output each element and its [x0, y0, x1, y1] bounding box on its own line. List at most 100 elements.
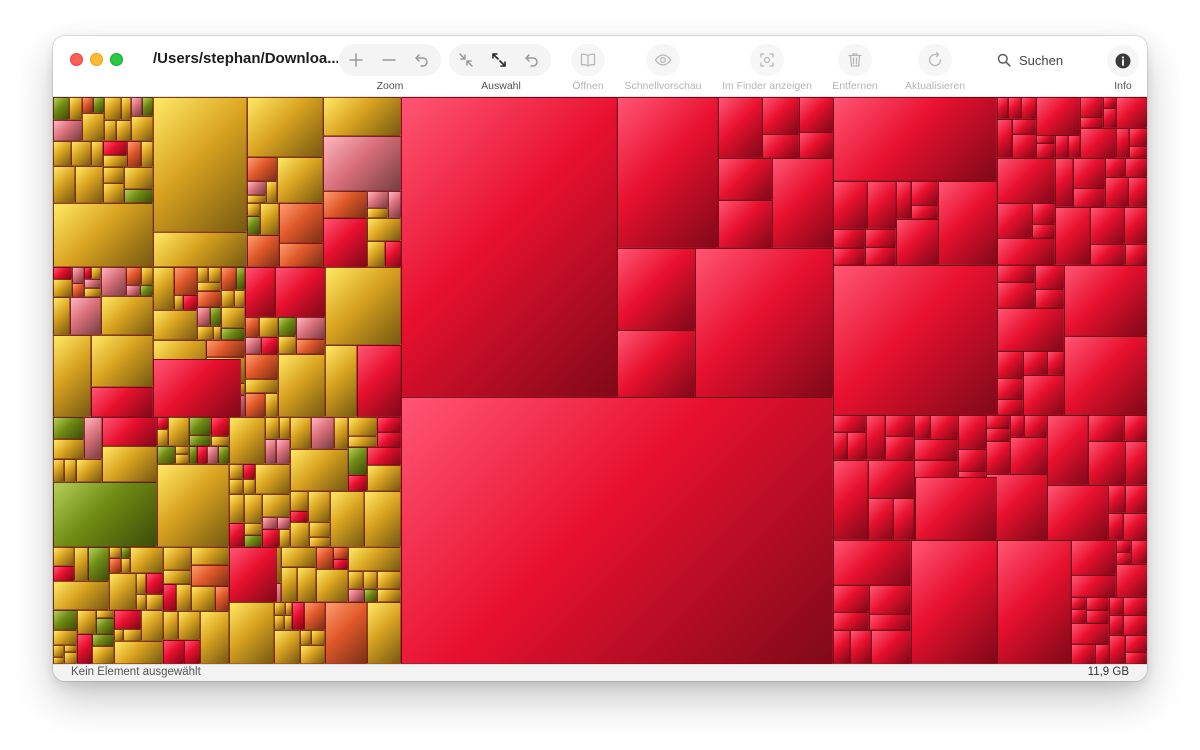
treemap-tile[interactable] [197, 326, 213, 340]
treemap-tile[interactable] [297, 567, 316, 602]
treemap-tile[interactable] [153, 97, 247, 232]
quicklook-button[interactable] [646, 44, 680, 76]
treemap-tile[interactable] [1071, 540, 1116, 575]
treemap-tile[interactable] [229, 547, 277, 602]
treemap-tile[interactable] [363, 571, 377, 589]
treemap-tile[interactable] [218, 446, 229, 464]
treemap-tile[interactable] [121, 558, 130, 573]
treemap-tile[interactable] [245, 354, 278, 379]
treemap-tile[interactable] [330, 491, 364, 547]
treemap-tile[interactable] [221, 307, 245, 328]
treemap-tile[interactable] [126, 285, 140, 296]
treemap-tile[interactable] [1116, 128, 1129, 158]
treemap-tile[interactable] [175, 446, 189, 454]
treemap-tile[interactable] [262, 529, 279, 547]
treemap-tile[interactable] [1125, 158, 1147, 177]
treemap-tile[interactable] [84, 288, 101, 297]
treemap-tile[interactable] [96, 610, 114, 618]
treemap-tile[interactable] [1116, 540, 1131, 552]
treemap-tile[interactable] [136, 573, 146, 594]
treemap-tile[interactable] [103, 155, 127, 167]
treemap-tile[interactable] [247, 157, 277, 181]
treemap-tile[interactable] [1116, 552, 1131, 564]
treemap-tile[interactable] [141, 141, 153, 167]
treemap-tile[interactable] [77, 610, 96, 634]
treemap-tile[interactable] [718, 200, 772, 248]
treemap-tile[interactable] [244, 494, 262, 523]
treemap-tile[interactable] [348, 417, 377, 436]
treemap-tile[interactable] [1023, 351, 1047, 375]
treemap-tile[interactable] [316, 569, 348, 602]
treemap-tile[interactable] [364, 491, 401, 547]
treemap-tile[interactable] [84, 417, 102, 459]
treemap-tile[interactable] [53, 297, 70, 335]
treemap-tile[interactable] [914, 415, 930, 439]
treemap-tile[interactable] [1090, 244, 1125, 265]
treemap-tile[interactable] [1047, 485, 1108, 540]
treemap-tile[interactable] [141, 610, 163, 641]
treemap-tile[interactable] [191, 586, 215, 611]
treemap-tile[interactable] [104, 97, 121, 120]
treemap-tile[interactable] [911, 205, 938, 219]
treemap-tile[interactable] [833, 612, 869, 630]
treemap-tile[interactable] [236, 267, 245, 290]
treemap-tile[interactable] [1071, 644, 1095, 664]
treemap-tile[interactable] [1123, 615, 1147, 635]
treemap-tile[interactable] [234, 290, 245, 307]
treemap-tile[interactable] [986, 441, 1010, 474]
treemap-tile[interactable] [865, 229, 896, 247]
treemap-tile[interactable] [53, 459, 64, 482]
treemap-tile[interactable] [367, 208, 388, 218]
treemap-tile[interactable] [93, 97, 104, 113]
treemap-tile[interactable] [136, 594, 146, 610]
treemap-tile[interactable] [130, 547, 163, 573]
treemap-tile[interactable] [200, 611, 229, 664]
treemap-tile[interactable] [1071, 609, 1086, 623]
treemap-tile[interactable] [357, 345, 401, 417]
treemap-tile[interactable] [175, 454, 189, 464]
treemap-tile[interactable] [377, 417, 401, 432]
treemap-tile[interactable] [1105, 177, 1128, 207]
treemap-tile[interactable] [617, 248, 695, 330]
treemap-tile[interactable] [53, 335, 91, 417]
treemap-tile[interactable] [247, 195, 266, 203]
treemap-tile[interactable] [1109, 615, 1123, 635]
treemap-tile[interactable] [92, 634, 114, 646]
treemap-tile[interactable] [229, 479, 243, 494]
treemap-tile[interactable] [1125, 635, 1147, 652]
treemap-tile[interactable] [1103, 108, 1116, 128]
treemap-tile[interactable] [896, 181, 911, 219]
treemap-tile[interactable] [207, 446, 218, 464]
treemap-tile[interactable] [245, 317, 259, 337]
treemap-tile[interactable] [866, 415, 885, 460]
treemap-tile[interactable] [131, 97, 142, 116]
treemap-tile[interactable] [762, 134, 799, 158]
treemap-tile[interactable] [114, 629, 123, 641]
treemap-tile[interactable] [718, 97, 762, 158]
treemap-tile[interactable] [377, 571, 401, 589]
treemap-tile[interactable] [323, 136, 401, 191]
treemap-tile[interactable] [77, 634, 92, 664]
treemap-tile[interactable] [296, 317, 325, 339]
treemap-tile[interactable] [53, 657, 64, 664]
treemap-tile[interactable] [1080, 97, 1103, 117]
treemap-tile[interactable] [53, 166, 75, 203]
treemap-tile[interactable] [74, 547, 88, 581]
treemap-tile[interactable] [174, 267, 197, 295]
treemap-tile[interactable] [292, 602, 304, 630]
treemap-tile[interactable] [140, 285, 153, 296]
treemap-tile[interactable] [868, 498, 893, 540]
treemap-tile[interactable] [1023, 375, 1064, 415]
treemap-tile[interactable] [325, 602, 367, 664]
treemap-tile[interactable] [309, 522, 330, 537]
treemap-tile[interactable] [278, 354, 325, 417]
treemap-tile[interactable] [334, 417, 348, 449]
treemap-tile[interactable] [163, 640, 184, 664]
treemap-tile[interactable] [1088, 441, 1125, 485]
treemap-tile[interactable] [126, 267, 141, 285]
treemap-tile[interactable] [290, 511, 308, 522]
treemap-tile[interactable] [102, 417, 157, 446]
treemap-tile[interactable] [197, 307, 210, 326]
treemap-tile[interactable] [53, 482, 157, 547]
treemap-tile[interactable] [1036, 143, 1055, 158]
